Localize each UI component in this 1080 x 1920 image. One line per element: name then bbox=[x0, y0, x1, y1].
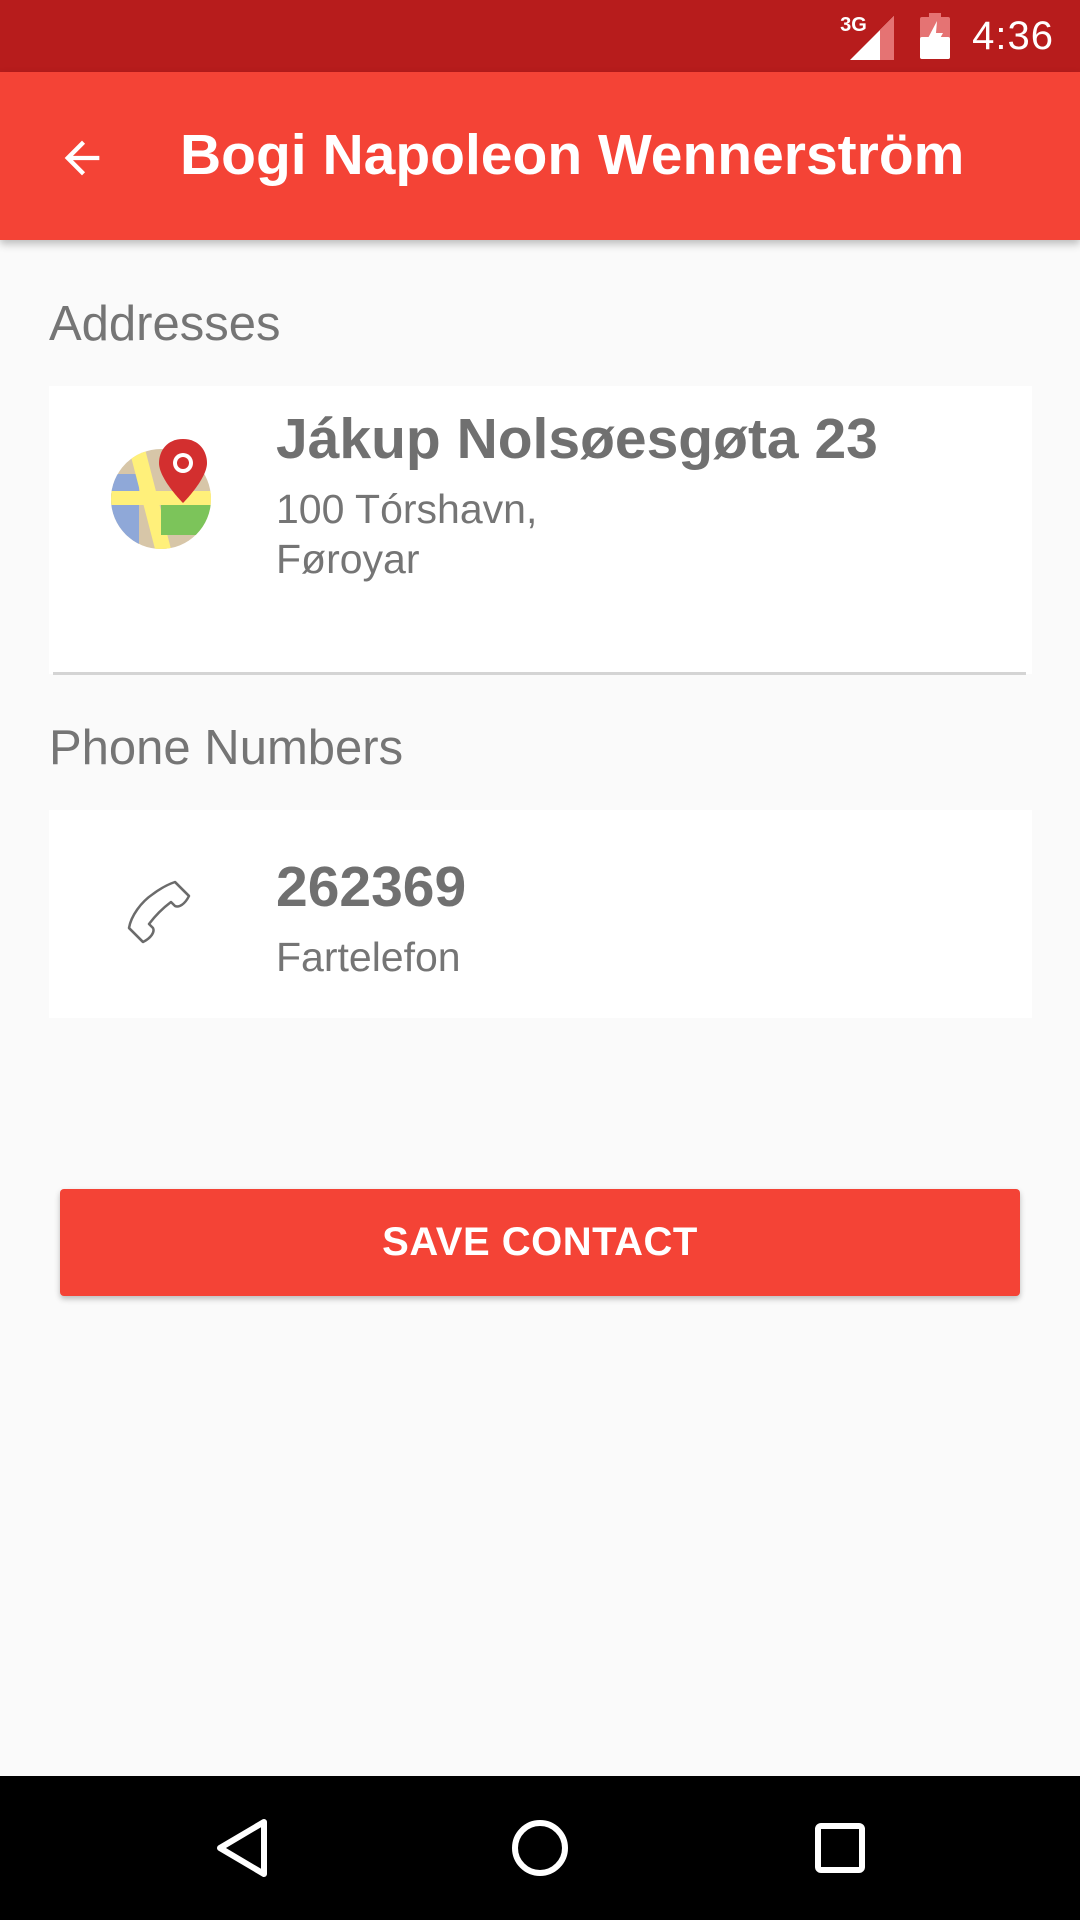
address-city: 100 Tórshavn, bbox=[276, 486, 538, 532]
signal-icon bbox=[850, 16, 895, 60]
phone-numbers-section-label: Phone Numbers bbox=[49, 721, 404, 775]
addresses-section-label: Addresses bbox=[49, 297, 281, 351]
back-button[interactable] bbox=[40, 116, 124, 200]
phone-icon bbox=[127, 880, 191, 944]
system-nav-bar bbox=[0, 1776, 1080, 1920]
address-card[interactable]: Jákup Nolsøesgøta 23 100 Tórshavn, Føroy… bbox=[49, 386, 1032, 674]
arrow-back-icon bbox=[64, 140, 100, 176]
map-pin-icon bbox=[111, 439, 211, 549]
phone-type: Fartelefon bbox=[276, 934, 461, 980]
contact-name-title: Bogi Napoleon Wennerström bbox=[180, 123, 965, 187]
app-bar: Bogi Napoleon Wennerström bbox=[0, 72, 1080, 240]
phone-number: 262369 bbox=[276, 855, 467, 919]
nav-back-icon bbox=[217, 1819, 267, 1877]
nav-recents-icon bbox=[815, 1823, 865, 1873]
phone-card[interactable]: 262369 Fartelefon bbox=[49, 810, 1032, 1018]
save-contact-button[interactable]: SAVE CONTACT bbox=[60, 1189, 1020, 1296]
network-indicator: 3G bbox=[840, 12, 896, 60]
address-country: Føroyar bbox=[276, 536, 420, 582]
battery-charging-icon bbox=[920, 13, 951, 59]
nav-back-button[interactable] bbox=[206, 1812, 278, 1884]
address-card-divider bbox=[53, 672, 1026, 675]
status-time: 4:36 bbox=[972, 13, 1054, 58]
nav-recents-button[interactable] bbox=[804, 1812, 876, 1884]
nav-home-icon bbox=[512, 1820, 568, 1876]
address-street: Jákup Nolsøesgøta 23 bbox=[276, 407, 878, 471]
status-bar: 3G 4:36 bbox=[0, 0, 1080, 72]
nav-home-button[interactable] bbox=[504, 1812, 576, 1884]
